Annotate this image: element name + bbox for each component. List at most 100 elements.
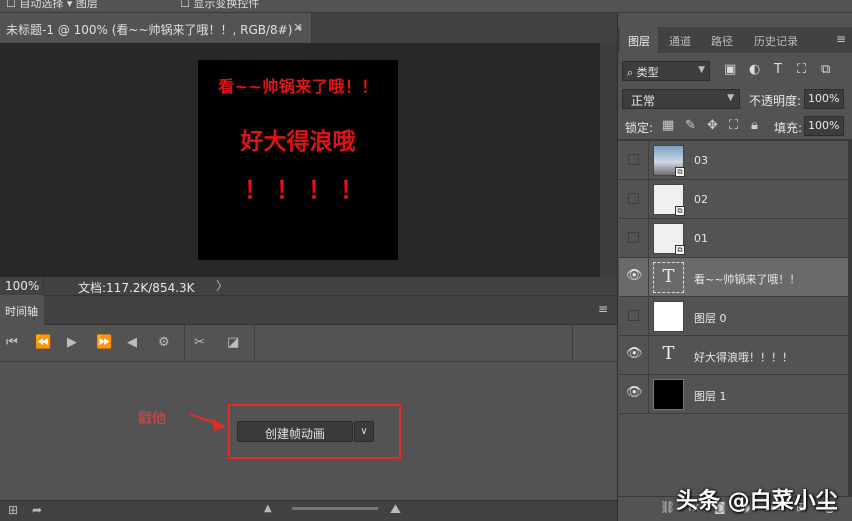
tab-paths[interactable]: 路径 — [711, 27, 733, 53]
share-arrow-icon[interactable]: ➦ — [32, 503, 42, 517]
layer-row[interactable]: 👁︎ T 好大得浪哦！！！！ — [619, 336, 848, 375]
scissors-icon[interactable]: ✂ — [194, 335, 205, 350]
visibility-toggle[interactable] — [619, 297, 649, 335]
layer-thumbnail: ⧉ — [653, 145, 685, 177]
close-tab-icon[interactable]: × — [293, 20, 303, 34]
visibility-off-box — [628, 193, 639, 204]
canvas-text-line3: ！！！！ — [244, 176, 372, 204]
layer-row[interactable]: ⧉ 03 — [619, 141, 848, 180]
layer-row[interactable]: ⧉ 02 — [619, 180, 848, 219]
layer-row[interactable]: ⧉ 01 — [619, 219, 848, 258]
timeline-header — [0, 295, 617, 325]
layer-name: 好大得浪哦！！！！ — [694, 351, 793, 364]
zoom-slider[interactable] — [292, 507, 378, 510]
first-frame-icon[interactable]: ⏮ — [6, 335, 18, 350]
visibility-toggle[interactable] — [619, 180, 649, 218]
audio-icon[interactable]: ◀ — [127, 335, 137, 350]
prev-frame-icon[interactable]: ⏪ — [35, 335, 51, 350]
blend-mode-dropdown[interactable]: 正常 ▼ — [622, 89, 740, 109]
lock-artboard-icon[interactable]: ⛶ — [729, 118, 738, 133]
watermark: 头条 @白菜小尘 — [676, 489, 838, 514]
layer-name: 03 — [694, 154, 708, 167]
opacity-label: 不透明度: — [749, 94, 802, 108]
type-filter-icon[interactable]: T — [774, 62, 782, 77]
lock-image-icon[interactable]: ✎ — [685, 118, 696, 133]
divider — [572, 325, 573, 361]
visibility-toggle[interactable] — [619, 141, 649, 179]
document-tab[interactable]: 未标题-1 @ 100% (看~~帅锅来了哦！！, RGB/8#) * × — [0, 13, 312, 43]
next-frame-icon[interactable]: ⏩ — [96, 335, 112, 350]
smart-filter-icon[interactable]: ⧉ — [821, 62, 830, 77]
smart-object-icon: ⧉ — [675, 206, 685, 216]
layer-thumbnail — [653, 301, 684, 332]
panel-menu-icon[interactable]: ≡ — [836, 32, 846, 46]
text-layer-icon: T — [662, 343, 675, 364]
transition-icon[interactable]: ◪ — [227, 335, 239, 350]
chevron-down-icon: ▼ — [698, 65, 705, 75]
layer-row-selected[interactable]: 👁︎ T 看~~帅锅来了哦！！ — [619, 258, 848, 297]
smart-object-icon: ⧉ — [675, 245, 685, 255]
chevron-down-icon: ▼ — [727, 93, 734, 103]
document-canvas[interactable]: 看~~帅锅来了哦！！ 好大得浪哦 ！！！！ — [198, 60, 398, 260]
link-layers-icon[interactable]: ⛓ — [660, 500, 675, 514]
auto-select-checkbox[interactable]: ☐ 自动选择 ▾ 图层 — [6, 0, 98, 11]
lock-transparent-icon[interactable]: ▦ — [662, 118, 674, 133]
layers-scrollbar[interactable] — [848, 141, 852, 496]
layer-row[interactable]: 图层 0 — [619, 297, 848, 336]
document-tab-title: 未标题-1 @ 100% (看~~帅锅来了哦！！, RGB/8#) * — [6, 23, 303, 37]
visibility-off-box — [628, 310, 639, 321]
blend-mode-value: 正常 — [631, 94, 656, 108]
smart-object-icon: ⧉ — [675, 167, 685, 177]
lock-label: 锁定: — [625, 121, 654, 135]
fill-input[interactable]: 100% — [804, 116, 844, 136]
document-size-info: 文档:117.2K/854.3K — [78, 281, 195, 295]
timeline-footer: ⊞ ➦ ▲ ⛰ — [0, 500, 617, 521]
canvas-scrollbar[interactable] — [600, 43, 617, 277]
timeline-tab[interactable]: 时间轴 — [0, 295, 44, 325]
fill-label: 填充: — [774, 121, 803, 135]
settings-icon[interactable]: ⚙ — [158, 335, 170, 350]
visibility-off-box — [628, 154, 639, 165]
layer-row[interactable]: 👁︎ 图层 1 — [619, 375, 848, 414]
lock-position-icon[interactable]: ✥ — [707, 118, 718, 133]
annotation-text: 戳他 — [138, 411, 166, 427]
timeline-menu-icon[interactable]: ≡ — [598, 302, 608, 316]
zoom-field[interactable]: 100% — [0, 277, 44, 295]
transform-controls-checkbox[interactable]: ☐ 显示变换控件 — [180, 0, 259, 11]
zoom-out-icon[interactable]: ▲ — [264, 503, 272, 514]
layer-name: 02 — [694, 193, 708, 206]
timeline-controls: ⏮ ⏪ ▶ ⏩ ◀ ⚙ ✂ ◪ — [0, 325, 617, 362]
layer-thumbnail — [653, 379, 684, 410]
zoom-in-icon[interactable]: ⛰ — [390, 502, 401, 517]
tab-layers[interactable]: 图层 — [620, 27, 658, 53]
layer-thumbnail: ⧉ — [653, 223, 685, 255]
visibility-toggle[interactable]: 👁︎ — [619, 375, 649, 413]
canvas-text-line2: 好大得浪哦 — [240, 129, 356, 155]
layer-name: 图层 0 — [694, 312, 727, 325]
adjustment-filter-icon[interactable]: ◐ — [749, 62, 760, 77]
visibility-off-box — [628, 232, 639, 243]
annotation-arrow — [189, 413, 226, 431]
eye-icon: 👁︎ — [626, 385, 643, 400]
divider — [184, 325, 185, 361]
opacity-input[interactable]: 100% — [804, 89, 844, 109]
convert-icon[interactable]: ⊞ — [8, 503, 18, 517]
layer-name: 01 — [694, 232, 708, 245]
layer-thumbnail: ⧉ — [653, 184, 685, 216]
status-menu-arrow-icon[interactable]: 〉 — [216, 277, 228, 294]
pixel-filter-icon[interactable]: ▣ — [724, 62, 736, 77]
shape-filter-icon[interactable]: ⛶ — [797, 62, 806, 77]
animation-type-dropdown[interactable]: ∨ — [354, 421, 374, 442]
visibility-toggle[interactable]: 👁︎ — [619, 258, 649, 296]
visibility-toggle[interactable]: 👁︎ — [619, 336, 649, 374]
eye-icon: 👁︎ — [626, 346, 643, 361]
visibility-toggle[interactable] — [619, 219, 649, 257]
tab-history[interactable]: 历史记录 — [754, 27, 798, 53]
layer-filter-dropdown[interactable]: ⌕ 类型 ▼ — [622, 61, 710, 81]
play-icon[interactable]: ▶ — [67, 335, 77, 350]
lock-all-icon[interactable]: 🔒︎ — [751, 118, 758, 133]
tab-channels[interactable]: 通道 — [669, 27, 691, 53]
create-frame-animation-button[interactable]: 创建帧动画 — [237, 421, 353, 442]
eye-icon: 👁︎ — [626, 268, 643, 283]
search-icon: ⌕ — [627, 66, 634, 79]
